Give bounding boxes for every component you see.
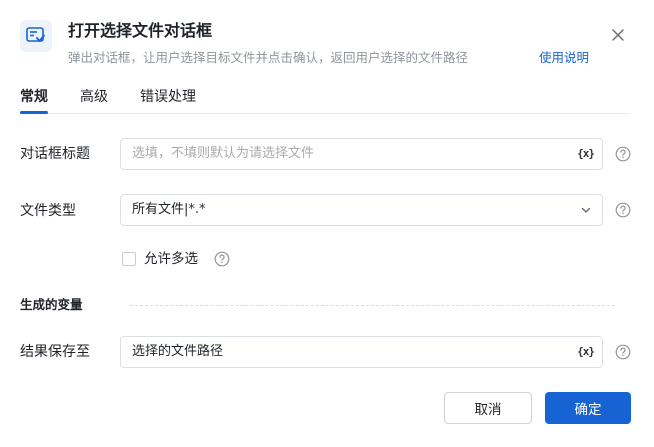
dialog-subtitle: 弹出对话框，让用户选择目标文件并点击确认，返回用户选择的文件路径	[68, 50, 469, 65]
question-circle-icon[interactable]	[615, 344, 631, 360]
generated-variables-heading: 生成的变量	[20, 297, 83, 312]
confirm-button[interactable]: 确定	[545, 392, 631, 424]
file-type-label: 文件类型	[20, 203, 76, 219]
question-circle-icon[interactable]	[615, 202, 631, 218]
multi-select-label[interactable]: 允许多选	[144, 249, 198, 269]
chevron-down-icon	[581, 207, 591, 213]
tab-bar: 常规 高级 错误处理	[20, 80, 630, 114]
dialog-title-label: 对话框标题	[20, 146, 90, 162]
close-button[interactable]	[607, 24, 629, 46]
dialog-title-input[interactable]: 选填，不填则默认为请选择文件 {x}	[120, 138, 603, 170]
question-circle-icon[interactable]	[615, 146, 631, 162]
file-type-select[interactable]: 所有文件|*.*	[120, 194, 603, 226]
question-circle-icon[interactable]	[214, 251, 230, 267]
cancel-button[interactable]: 取消	[444, 392, 532, 424]
result-save-value: 选择的文件路径	[132, 344, 224, 359]
result-save-label: 结果保存至	[20, 344, 90, 360]
open-file-dialog-config: 打开选择文件对话框 弹出对话框，让用户选择目标文件并点击确认，返回用户选择的文件…	[0, 0, 654, 447]
tab-advanced[interactable]: 高级	[80, 87, 108, 107]
insert-variable-button[interactable]: {x}	[577, 146, 595, 162]
active-tab-indicator	[20, 111, 48, 114]
dialog-title: 打开选择文件对话框	[68, 21, 213, 40]
close-icon	[612, 29, 624, 41]
file-dialog-icon	[20, 20, 52, 52]
insert-variable-button[interactable]: {x}	[577, 344, 595, 360]
help-link[interactable]: 使用说明	[539, 49, 589, 67]
tab-error-handling[interactable]: 错误处理	[140, 87, 196, 107]
tab-general[interactable]: 常规	[20, 87, 48, 107]
result-save-input[interactable]: 选择的文件路径 {x}	[120, 336, 603, 368]
dialog-title-placeholder: 选填，不填则默认为请选择文件	[132, 146, 315, 161]
file-type-value: 所有文件|*.*	[132, 202, 206, 217]
multi-select-checkbox[interactable]	[122, 252, 136, 266]
section-divider	[130, 305, 615, 306]
